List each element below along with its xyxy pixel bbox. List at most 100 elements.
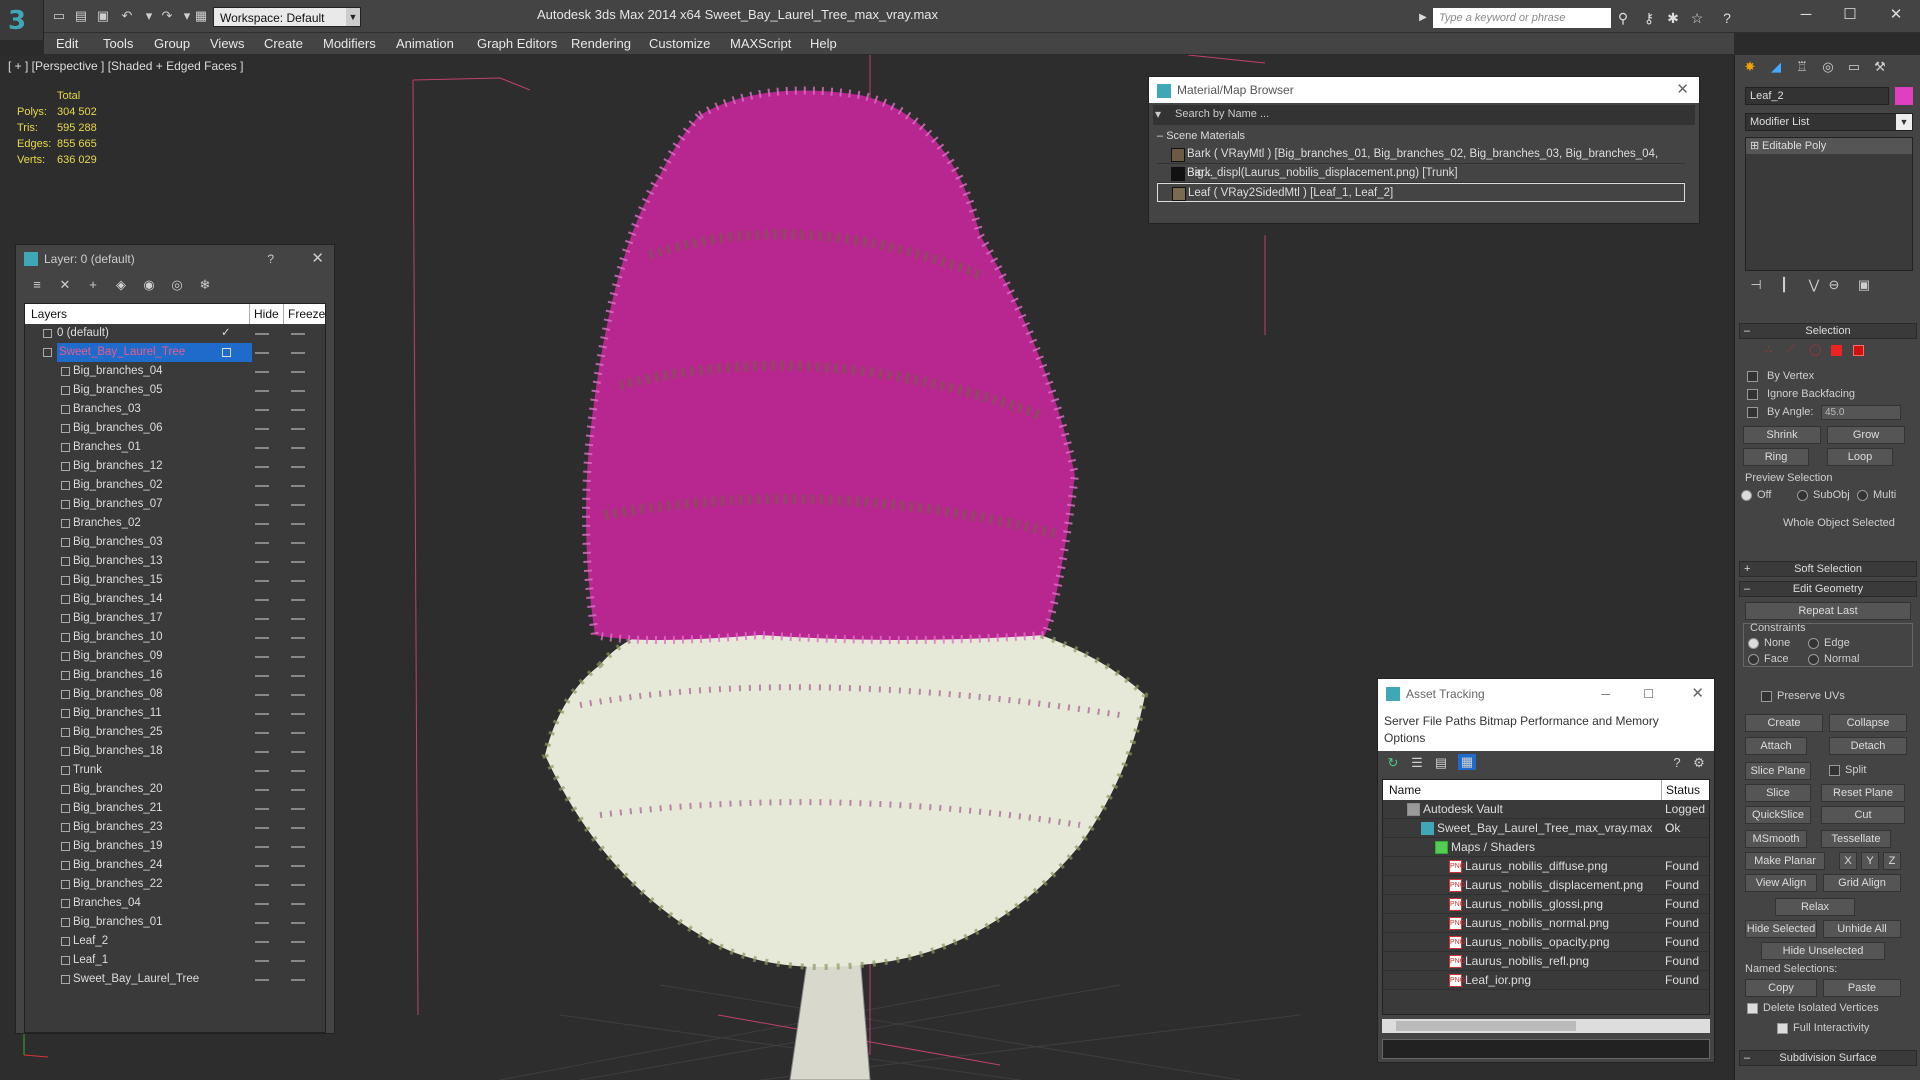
asset-path-field[interactable] bbox=[1382, 1039, 1710, 1059]
menu-bitmap-performance[interactable]: Bitmap Performance and Memory bbox=[1479, 714, 1658, 728]
layer-row[interactable]: Big_branches_17 bbox=[25, 609, 325, 628]
refresh-icon[interactable]: ↻ bbox=[1384, 755, 1402, 771]
attach-button[interactable]: Attach bbox=[1745, 737, 1807, 755]
hide-toggle[interactable] bbox=[255, 352, 269, 354]
freeze-toggle[interactable] bbox=[291, 352, 305, 354]
layer-row[interactable]: Big_branches_12 bbox=[25, 457, 325, 476]
layer-row[interactable]: Big_branches_15 bbox=[25, 571, 325, 590]
planar-z-button[interactable]: Z bbox=[1883, 852, 1901, 870]
motion-tab-icon[interactable]: ◎ bbox=[1819, 59, 1837, 75]
make-unique-icon[interactable]: ⋁ bbox=[1805, 277, 1823, 293]
freeze-toggle[interactable] bbox=[291, 637, 305, 639]
hide-toggle[interactable] bbox=[255, 941, 269, 943]
configure-sets-icon[interactable]: ▣ bbox=[1855, 277, 1873, 293]
layer-row[interactable]: Branches_04 bbox=[25, 894, 325, 913]
menu-modifiers[interactable]: Modifiers bbox=[323, 33, 376, 55]
communication-icon[interactable]: ✱ bbox=[1664, 9, 1682, 27]
layer-row[interactable]: Trunk bbox=[25, 761, 325, 780]
delete-layer-icon[interactable]: ✕ bbox=[56, 277, 74, 293]
binoculars-icon[interactable]: ⚲ bbox=[1614, 9, 1632, 27]
expand-icon[interactable]: ⊞ bbox=[1750, 138, 1759, 154]
hide-toggle[interactable] bbox=[255, 960, 269, 962]
constraint-face-radio[interactable] bbox=[1748, 654, 1759, 665]
by-angle-checkbox[interactable] bbox=[1747, 407, 1758, 418]
menu-options[interactable]: Options bbox=[1384, 731, 1425, 745]
layer-row[interactable]: Big_branches_22 bbox=[25, 875, 325, 894]
set-current-box-icon[interactable] bbox=[222, 348, 231, 357]
freeze-toggle[interactable] bbox=[291, 827, 305, 829]
object-color-swatch[interactable] bbox=[1895, 87, 1913, 105]
freeze-toggle[interactable] bbox=[291, 865, 305, 867]
hide-toggle[interactable] bbox=[255, 827, 269, 829]
layer-row[interactable]: Big_branches_23 bbox=[25, 818, 325, 837]
planar-y-button[interactable]: Y bbox=[1861, 852, 1879, 870]
select-objects-icon[interactable]: ◈ bbox=[112, 277, 130, 293]
favorites-star-icon[interactable]: ☆ bbox=[1688, 9, 1706, 27]
vertex-icon[interactable]: ∴ bbox=[1765, 343, 1772, 356]
loop-button[interactable]: Loop bbox=[1827, 448, 1893, 466]
display-tab-icon[interactable]: ▭ bbox=[1845, 59, 1863, 75]
layer-row[interactable]: Leaf_2 bbox=[25, 932, 325, 951]
asset-row[interactable]: PNGLaurus_nobilis_opacity.png Found bbox=[1383, 933, 1709, 952]
hide-toggle[interactable] bbox=[255, 808, 269, 810]
layer-row[interactable]: Big_branches_10 bbox=[25, 628, 325, 647]
freeze-toggle[interactable] bbox=[291, 979, 305, 981]
layer-row[interactable]: Big_branches_25 bbox=[25, 723, 325, 742]
hide-toggle[interactable] bbox=[255, 485, 269, 487]
search-options-icon[interactable]: ▾ bbox=[1155, 107, 1161, 121]
help-icon[interactable]: ? bbox=[1668, 755, 1686, 771]
hide-toggle[interactable] bbox=[255, 846, 269, 848]
paste-button[interactable]: Paste bbox=[1823, 979, 1901, 997]
full-interactivity-checkbox[interactable] bbox=[1777, 1023, 1788, 1034]
hide-selected-button[interactable]: Hide Selected bbox=[1745, 920, 1817, 938]
freeze-toggle[interactable] bbox=[291, 903, 305, 905]
freeze-toggle[interactable] bbox=[291, 333, 305, 335]
layer-row[interactable]: Big_branches_19 bbox=[25, 837, 325, 856]
freeze-toggle[interactable] bbox=[291, 485, 305, 487]
hide-toggle[interactable] bbox=[255, 542, 269, 544]
freeze-toggle[interactable] bbox=[291, 466, 305, 468]
hide-toggle[interactable] bbox=[255, 523, 269, 525]
reset-plane-button[interactable]: Reset Plane bbox=[1821, 784, 1905, 802]
layer-row[interactable]: Sweet_Bay_Laurel_Tree bbox=[25, 343, 325, 362]
layer-row[interactable]: Branches_03 bbox=[25, 400, 325, 419]
hide-toggle[interactable] bbox=[255, 333, 269, 335]
modify-tab-icon[interactable]: ◢ bbox=[1767, 59, 1785, 75]
asset-row[interactable]: Maps / Shaders bbox=[1383, 838, 1709, 857]
hide-toggle[interactable] bbox=[255, 561, 269, 563]
layer-row[interactable]: Big_branches_04 bbox=[25, 362, 325, 381]
scene-materials-group[interactable]: – Scene Materials bbox=[1149, 127, 1699, 145]
detail-view-icon[interactable]: ▤ bbox=[1432, 755, 1450, 771]
utilities-tab-icon[interactable]: ⚒ bbox=[1871, 59, 1889, 75]
preview-multi-radio[interactable] bbox=[1857, 490, 1868, 501]
asset-row[interactable]: PNGLaurus_nobilis_diffuse.png Found bbox=[1383, 857, 1709, 876]
menu-customize[interactable]: Customize bbox=[649, 33, 710, 55]
element-icon[interactable] bbox=[1853, 345, 1864, 356]
hide-toggle[interactable] bbox=[255, 884, 269, 886]
hide-toggle[interactable] bbox=[255, 713, 269, 715]
grow-button[interactable]: Grow bbox=[1827, 426, 1905, 444]
rollout-soft-selection[interactable]: + Soft Selection bbox=[1739, 561, 1917, 577]
layer-row[interactable]: Big_branches_09 bbox=[25, 647, 325, 666]
freeze-toggle[interactable] bbox=[291, 770, 305, 772]
layer-row[interactable]: Big_branches_02 bbox=[25, 476, 325, 495]
constraint-edge-radio[interactable] bbox=[1808, 638, 1819, 649]
layer-row[interactable]: Big_branches_05 bbox=[25, 381, 325, 400]
layer-row[interactable]: Big_branches_07 bbox=[25, 495, 325, 514]
layer-row[interactable]: Sweet_Bay_Laurel_Tree bbox=[25, 970, 325, 989]
ignore-backfacing-checkbox[interactable] bbox=[1747, 389, 1758, 400]
hide-toggle[interactable] bbox=[255, 637, 269, 639]
stack-item-editable-poly[interactable]: ⊞ Editable Poly bbox=[1746, 138, 1912, 154]
preserve-uvs-checkbox[interactable] bbox=[1761, 691, 1772, 702]
polygon-icon[interactable] bbox=[1831, 345, 1842, 356]
cut-button[interactable]: Cut bbox=[1821, 806, 1905, 824]
layer-row[interactable]: 0 (default) ✓ bbox=[25, 324, 325, 343]
remove-modifier-icon[interactable]: ⊖ bbox=[1825, 277, 1843, 293]
freeze-toggle[interactable] bbox=[291, 789, 305, 791]
hide-toggle[interactable] bbox=[255, 751, 269, 753]
chevron-down-icon[interactable]: ▼ bbox=[1896, 114, 1912, 130]
modifier-list-dropdown[interactable]: Modifier List ▼ bbox=[1745, 113, 1913, 131]
detach-button[interactable]: Detach bbox=[1829, 737, 1907, 755]
material-search-input[interactable]: ▾ Search by Name ... bbox=[1153, 105, 1695, 125]
layer-row[interactable]: Branches_01 bbox=[25, 438, 325, 457]
